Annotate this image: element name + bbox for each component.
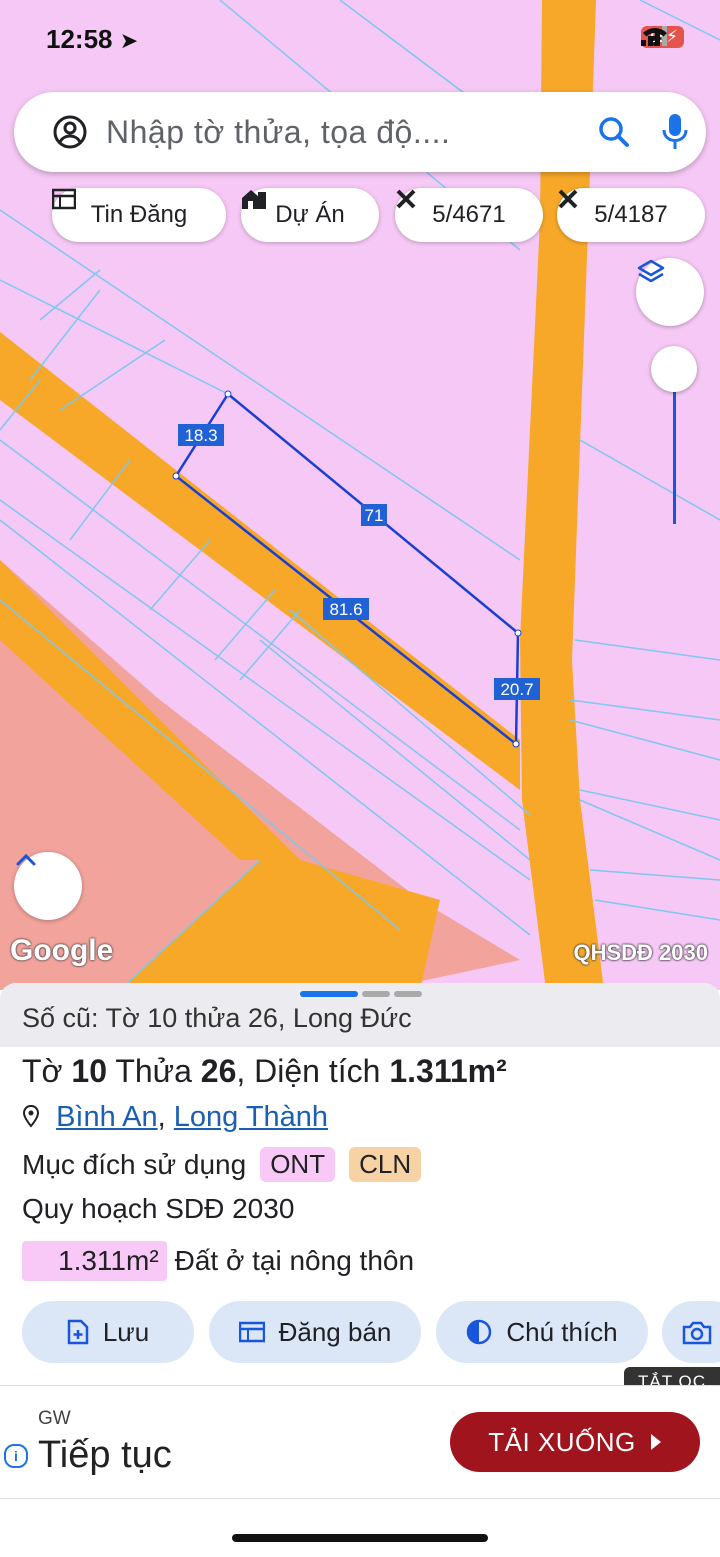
plan-area-row: 1.311m² Đất ở tại nông thôn — [22, 1241, 414, 1281]
post-sale-button[interactable]: Đăng bán — [209, 1301, 421, 1363]
title-area-value: 1.311m² — [389, 1053, 507, 1089]
home-indicator[interactable] — [232, 1534, 488, 1542]
play-arrow-icon — [650, 1434, 661, 1450]
wifi-icon — [643, 28, 668, 46]
account-icon[interactable] — [52, 114, 88, 150]
district-link[interactable]: Long Thành — [174, 1101, 328, 1133]
google-watermark: Google — [10, 934, 114, 967]
sheet-handle[interactable] — [362, 991, 390, 997]
ad-button-label: TẢI XUỐNG — [488, 1426, 636, 1457]
dimension-label: 20.7 — [500, 680, 533, 699]
layers-icon — [637, 259, 665, 283]
screenshot-button[interactable] — [662, 1301, 720, 1363]
chip-measure-1[interactable]: 5/4671 — [395, 188, 543, 242]
measure-icon — [396, 189, 416, 209]
layer-label: QHSDĐ 2030 — [573, 940, 708, 965]
status-time: 12:58 ➤ — [46, 24, 138, 55]
save-button[interactable]: Lưu — [22, 1301, 194, 1363]
action-label: Đăng bán — [278, 1316, 392, 1347]
ad-title: Tiếp tục — [38, 1434, 172, 1476]
chevron-up-icon — [16, 853, 36, 866]
chip-label: Dự Án — [275, 201, 345, 228]
title-sheet-number: 10 — [71, 1053, 108, 1089]
ad-info-icon[interactable]: i — [4, 1444, 28, 1468]
chip-label: 5/4671 — [432, 201, 506, 228]
microphone-icon[interactable] — [660, 112, 690, 152]
status-icons: 18⚡ — [641, 26, 684, 48]
opacity-slider-handle[interactable] — [651, 346, 697, 392]
land-use-tag-cln: CLN — [349, 1147, 422, 1182]
sheet-handle[interactable] — [394, 991, 422, 997]
ward-link[interactable]: Bình An — [56, 1101, 158, 1133]
building-icon — [242, 190, 266, 209]
action-label: Chú thích — [506, 1316, 618, 1347]
camera-plus-icon — [682, 1321, 712, 1345]
time-text: 12:58 — [46, 24, 113, 54]
land-use-row: Mục đích sử dụng ONT CLN — [22, 1147, 422, 1182]
search-icon[interactable] — [596, 114, 632, 150]
dimension-label: 81.6 — [329, 600, 362, 619]
location-separator: , — [157, 1101, 166, 1133]
ad-brand: GW — [38, 1408, 71, 1429]
chip-label: Tin Đăng — [90, 201, 188, 228]
status-bar: 12:58 ➤ 18⚡ — [0, 0, 720, 80]
old-record-text: Số cũ: Tờ 10 thửa 26, Long Đức — [22, 1003, 412, 1033]
dimension-label: 18.3 — [184, 426, 217, 445]
ad-banner[interactable]: i GW Tiếp tục TẢI XUỐNG — [0, 1385, 720, 1499]
chip-du-an[interactable]: Dự Án — [241, 188, 379, 242]
location-row: Bình An, Long Thành — [22, 1101, 328, 1134]
title-parcel-number: 26 — [200, 1053, 237, 1089]
parcel-info-sheet[interactable]: Số cũ: Tờ 10 thửa 26, Long Đức Tờ 10 Thử… — [0, 983, 720, 1557]
plan-area-description: Đất ở tại nông thôn — [174, 1245, 415, 1276]
action-label: Lưu — [102, 1316, 150, 1347]
post-icon — [238, 1321, 265, 1343]
sheet-handle-active[interactable] — [300, 991, 358, 997]
search-bar[interactable]: Nhập tờ thửa, tọa độ.... — [14, 92, 706, 172]
location-arrow-icon: ➤ — [119, 28, 139, 53]
search-input[interactable]: Nhập tờ thửa, tọa độ.... — [106, 114, 450, 151]
old-record-row: Số cũ: Tờ 10 thửa 26, Long Đức — [0, 983, 720, 1047]
legend-icon — [467, 1319, 492, 1345]
chip-label: 5/4187 — [594, 201, 668, 228]
ad-download-button[interactable]: TẢI XUỐNG — [450, 1412, 700, 1472]
layers-button[interactable] — [636, 258, 704, 326]
parcel-title: Tờ 10 Thửa 26, Diện tích 1.311m² — [22, 1053, 507, 1090]
map-view[interactable]: 18.3 71 81.6 20.7 12:58 ➤ 18⚡ Nhập tờ th… — [0, 0, 720, 990]
title-area-label: , Diện tích — [236, 1053, 381, 1089]
plan-area-value: 1.311m² — [22, 1241, 167, 1281]
plan-heading: Quy hoạch SDĐ 2030 — [22, 1193, 295, 1224]
chip-measure-2[interactable]: 5/4187 — [557, 188, 705, 242]
land-use-label: Mục đích sử dụng — [22, 1148, 247, 1180]
measure-icon — [558, 189, 578, 209]
listing-icon — [52, 188, 76, 210]
title-sheet-label: Tờ — [22, 1053, 63, 1089]
chip-tin-dang[interactable]: Tin Đăng — [52, 188, 226, 242]
legend-button[interactable]: Chú thích — [436, 1301, 648, 1363]
title-parcel-label: Thửa — [115, 1053, 192, 1089]
pin-icon — [22, 1104, 40, 1128]
dimension-label: 71 — [365, 506, 384, 525]
save-icon — [67, 1319, 89, 1345]
expand-button[interactable] — [14, 852, 82, 920]
land-use-tag-ont: ONT — [260, 1147, 336, 1182]
